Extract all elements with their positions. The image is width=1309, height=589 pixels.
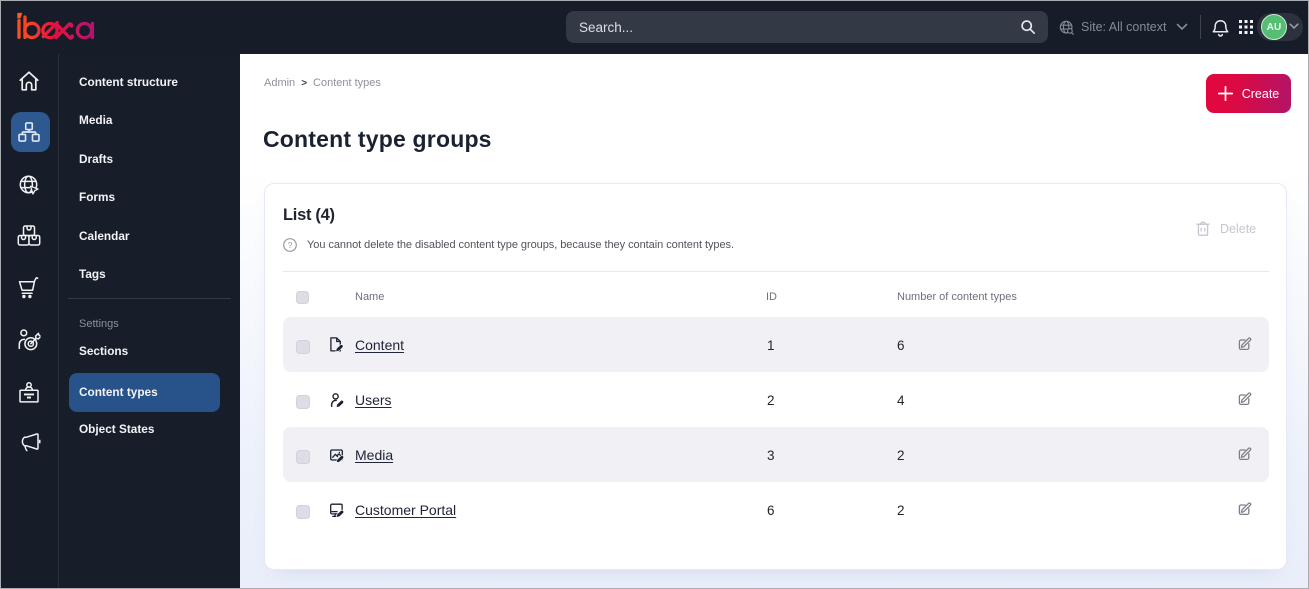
svg-text:?: ? <box>288 240 293 250</box>
